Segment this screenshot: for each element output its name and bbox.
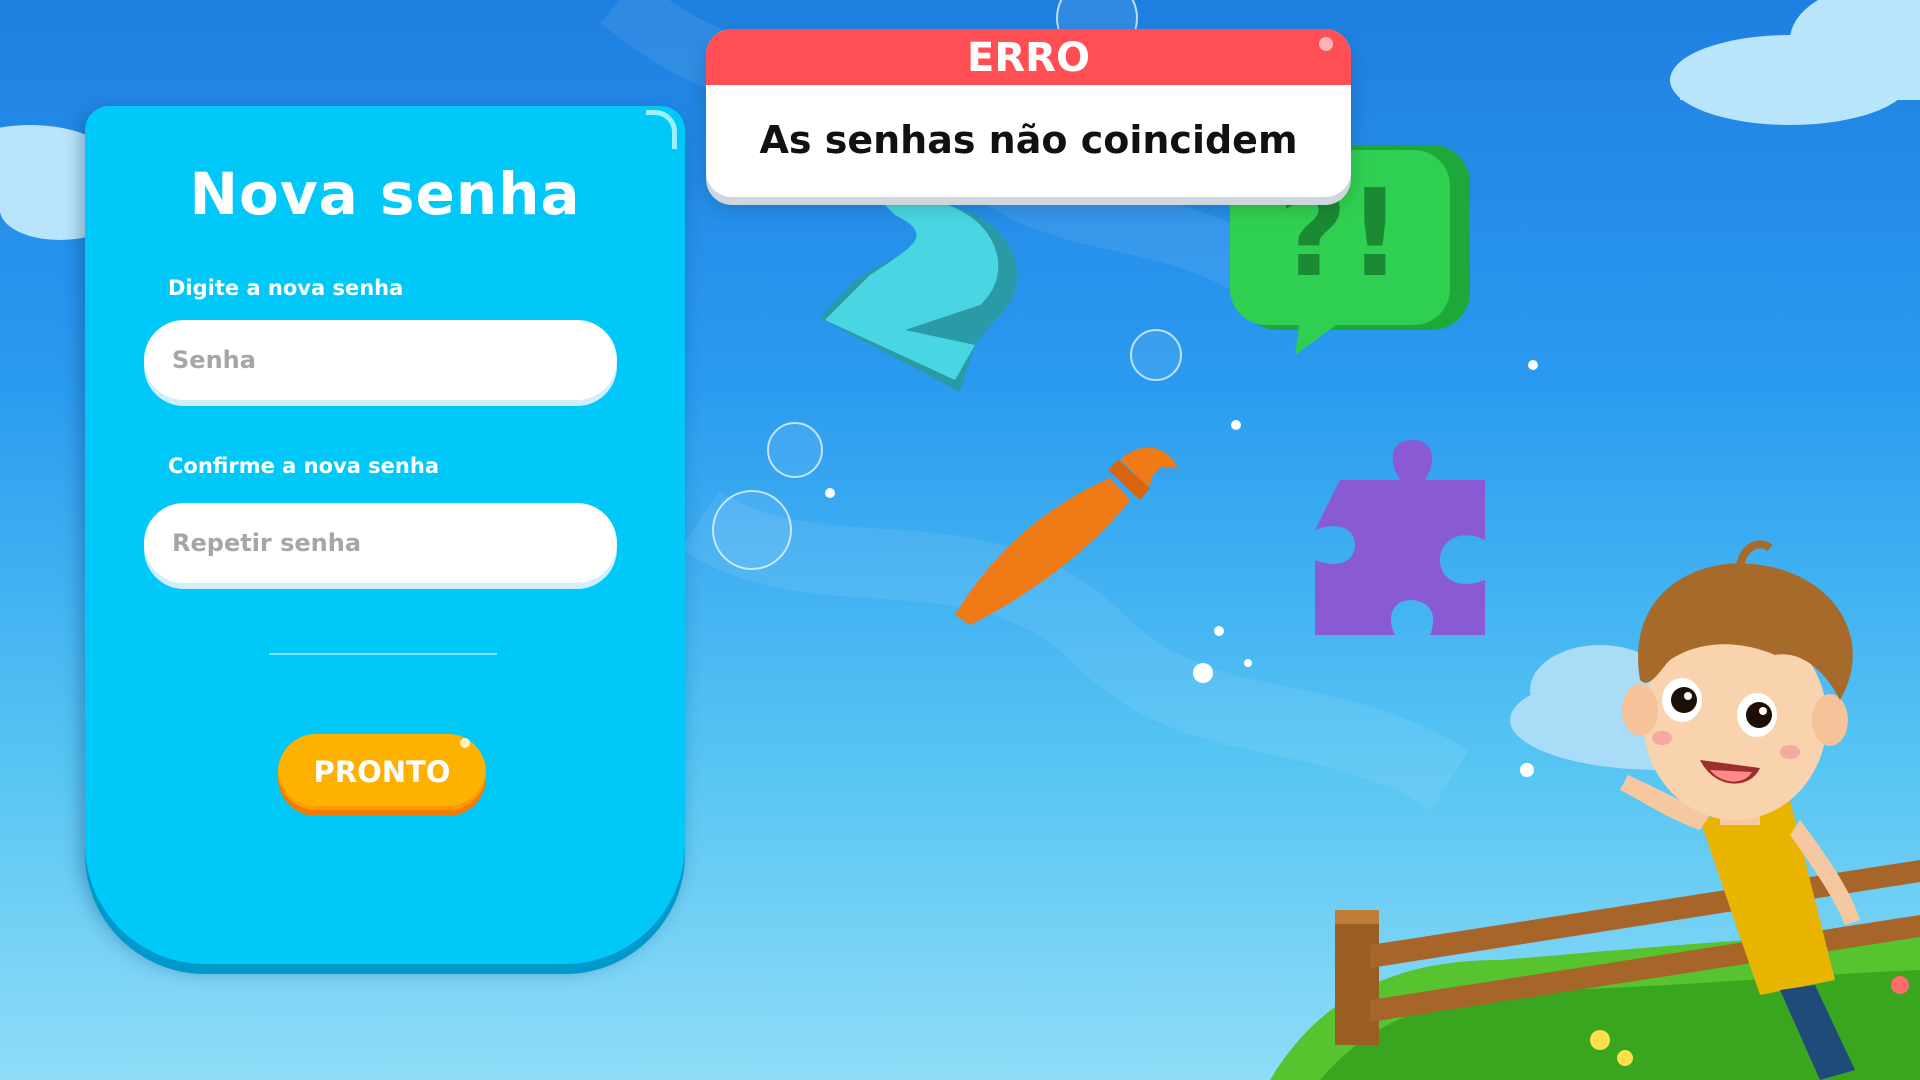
sparkle (1214, 626, 1224, 636)
submit-button-label: PRONTO (313, 755, 451, 789)
toast-shine-decoration (1319, 37, 1333, 51)
flower-red (1891, 976, 1909, 994)
button-shine-decoration (460, 738, 470, 748)
puzzle-piece-toy (1315, 440, 1485, 635)
bubble (712, 490, 792, 570)
new-password-label: Digite a nova senha (168, 276, 404, 300)
confirm-password-input[interactable] (144, 503, 617, 583)
confirm-password-field-wrapper (144, 503, 617, 583)
sparkle (1520, 763, 1534, 777)
submit-button[interactable]: PRONTO (278, 734, 486, 810)
error-toast-header: ERRO (706, 29, 1351, 85)
new-password-field-wrapper (144, 320, 617, 400)
background-swirl (680, 490, 1469, 811)
form-title: Nova senha (189, 160, 581, 228)
new-password-input[interactable] (144, 320, 617, 400)
error-toast-message: As senhas não coincidem (759, 118, 1298, 162)
sparkle (1231, 420, 1241, 430)
error-toast: ERRO As senhas não coincidem (706, 29, 1351, 197)
bubble (1130, 329, 1182, 381)
number-two-toy (820, 198, 1018, 392)
sparkle (825, 488, 835, 498)
panel-shine-decoration (646, 110, 677, 149)
confirm-password-label: Confirme a nova senha (168, 454, 439, 478)
error-toast-title: ERRO (967, 35, 1090, 81)
new-password-form: Nova senha Digite a nova senha Confirme … (85, 106, 685, 964)
cloud-top-right (1670, 0, 1920, 125)
form-divider (269, 653, 497, 655)
sparkle (1528, 360, 1538, 370)
sparkle (1193, 663, 1213, 683)
app-screen: ?! Nova senha Digite a nova senha Confir… (0, 0, 1920, 1080)
bubble (767, 422, 823, 478)
sparkle (1244, 659, 1252, 667)
